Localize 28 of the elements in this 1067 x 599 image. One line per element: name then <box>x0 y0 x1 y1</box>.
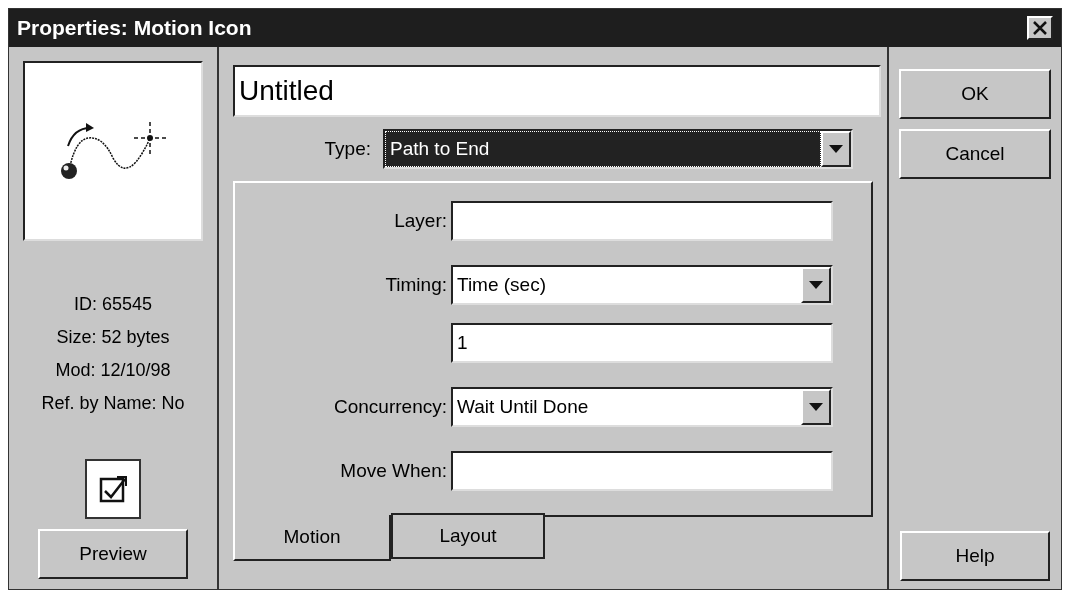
close-button[interactable] <box>1027 16 1053 40</box>
info-text: Ref. by Name: No <box>41 392 185 415</box>
field-label: Move When: <box>340 459 447 481</box>
info-text: ID: 65545 <box>73 293 153 316</box>
dialog-button[interactable]: OK <box>899 69 1051 119</box>
dropdown-field[interactable]: Time (sec) <box>451 265 833 305</box>
tab[interactable]: Layout <box>391 513 545 559</box>
window-title: Properties: Motion Icon <box>17 15 252 42</box>
field-label: Timing: <box>385 273 447 295</box>
type-value: Path to End <box>385 131 821 167</box>
edit-icon-button[interactable] <box>85 459 141 519</box>
field-label: Layer: <box>394 209 447 231</box>
text-field[interactable] <box>451 451 833 491</box>
dialog-button[interactable]: Cancel <box>899 129 1051 179</box>
text-field[interactable] <box>451 201 833 241</box>
preview-button[interactable]: Preview <box>38 529 188 579</box>
close-icon <box>1033 21 1047 35</box>
name-field[interactable]: Untitled <box>233 65 881 117</box>
text-field[interactable]: 1 <box>451 323 833 363</box>
info-text: Size: 52 bytes <box>56 326 170 349</box>
edit-icon <box>97 473 129 505</box>
help-button[interactable]: Help <box>900 531 1050 581</box>
info-text: Mod: 12/10/98 <box>55 359 171 382</box>
field-label: Concurrency: <box>334 395 447 417</box>
type-label: Type: <box>323 136 372 161</box>
dropdown-field[interactable]: Wait Until Done <box>451 387 833 427</box>
tab[interactable]: Motion <box>233 515 391 561</box>
type-dropdown[interactable]: Path to End <box>383 129 853 169</box>
